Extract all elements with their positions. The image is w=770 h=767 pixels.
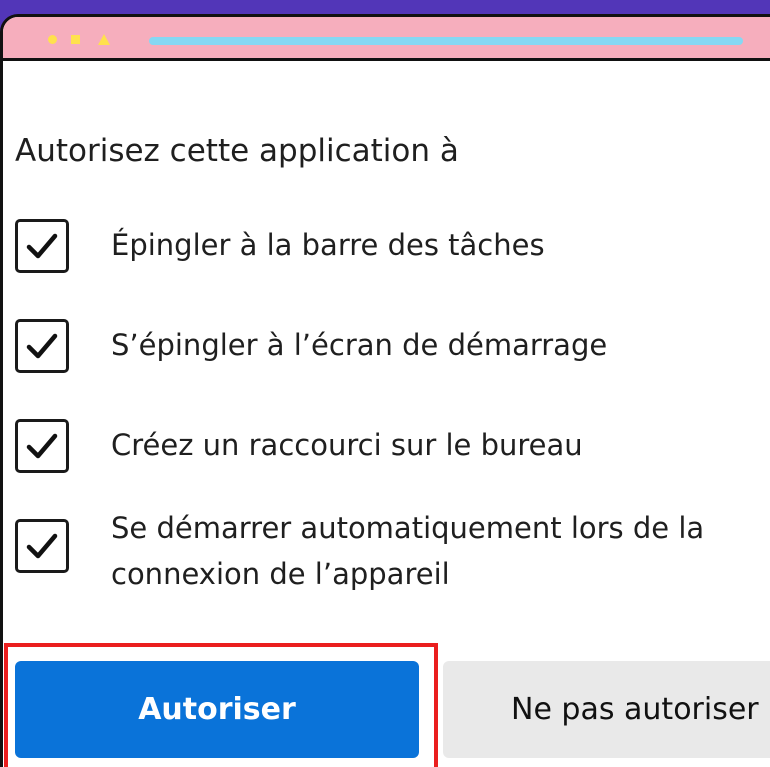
dialog-heading: Autorisez cette application à (15, 133, 459, 169)
checkbox-desktop-shortcut[interactable] (15, 419, 69, 473)
permission-auto-start[interactable]: Se démarrer automatiquement lors de la c… (15, 511, 770, 619)
checkbox-pin-taskbar[interactable] (15, 219, 69, 273)
checkbox-pin-start[interactable] (15, 319, 69, 373)
circle-icon (48, 35, 57, 44)
permission-window: Autorisez cette application à Épingler à… (0, 14, 770, 767)
check-icon (26, 333, 58, 359)
allow-button[interactable]: Autoriser (15, 661, 419, 758)
window-titlebar (3, 17, 770, 61)
permission-label-auto-start-line-2: connexion de l’appareil (111, 557, 450, 591)
triangle-icon (98, 34, 110, 45)
permission-label-pin-start: S’épingler à l’écran de démarrage (111, 328, 608, 362)
checkbox-auto-start[interactable] (15, 519, 69, 573)
permission-pin-taskbar[interactable]: Épingler à la barre des tâches (15, 219, 770, 283)
deny-button[interactable]: Ne pas autoriser (443, 661, 770, 758)
square-icon (71, 35, 80, 44)
check-icon (26, 433, 58, 459)
check-icon (26, 233, 58, 259)
permission-label-auto-start: Se démarrer automatiquement lors de la c… (111, 505, 770, 597)
address-bar (149, 37, 743, 45)
permission-desktop-shortcut[interactable]: Créez un raccourci sur le bureau (15, 419, 770, 483)
permission-label-pin-taskbar: Épingler à la barre des tâches (111, 228, 545, 262)
check-icon (26, 533, 58, 559)
permission-pin-start[interactable]: S’épingler à l’écran de démarrage (15, 319, 770, 383)
permission-dialog: Autorisez cette application à Épingler à… (3, 61, 770, 767)
permission-label-desktop-shortcut: Créez un raccourci sur le bureau (111, 428, 583, 462)
permission-label-auto-start-line-1: Se démarrer automatiquement lors de la (111, 511, 705, 545)
